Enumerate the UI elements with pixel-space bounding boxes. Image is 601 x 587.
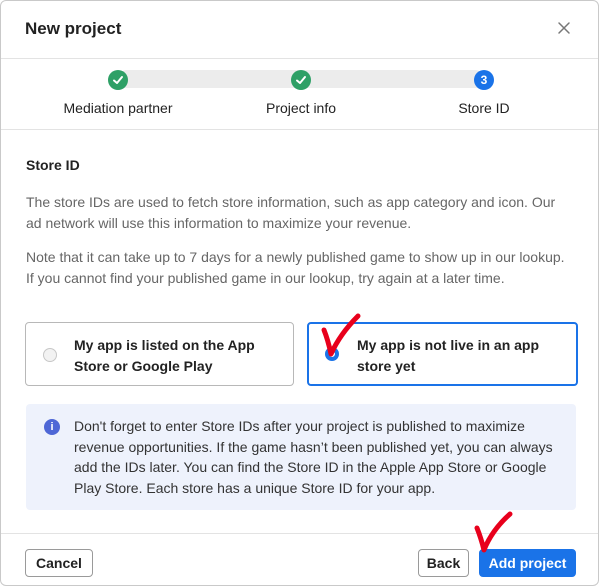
info-banner: i Don't forget to enter Store IDs after … [26,404,576,510]
section-title: Store ID [26,157,80,173]
dialog-title: New project [25,19,122,38]
stepper: Mediation partner Project info 3 Store I… [1,59,598,130]
info-icon: i [44,419,60,435]
option-app-listed-label: My app is listed on the App Store or Goo… [74,337,255,374]
radio-app-not-live[interactable] [325,347,339,361]
back-button[interactable]: Back [418,549,469,577]
option-app-not-live[interactable]: My app is not live in an app store yet [307,322,578,386]
step-label-mediation-partner: Mediation partner [63,100,173,116]
note-paragraph: Note that it can take up to 7 days for a… [26,249,565,286]
step-label-store-id: Store ID [458,100,510,116]
dialog-header: New project [1,1,598,59]
step-3-number: 3 [474,70,494,90]
new-project-dialog: New project Mediation partner Project in… [0,0,599,586]
step-1-check-icon [108,70,128,90]
add-project-button[interactable]: Add project [479,549,576,577]
description-paragraph: The store IDs are used to fetch store in… [26,194,556,231]
option-app-not-live-label: My app is not live in an app store yet [357,337,540,374]
step-label-project-info: Project info [265,100,337,116]
option-app-listed[interactable]: My app is listed on the App Store or Goo… [25,322,294,386]
radio-app-listed[interactable] [43,348,57,362]
cancel-button[interactable]: Cancel [25,549,93,577]
close-icon[interactable] [556,20,572,36]
step-2-check-icon [291,70,311,90]
dialog-footer: Cancel Back Add project [1,533,598,585]
info-text: Don't forget to enter Store IDs after yo… [74,418,553,496]
